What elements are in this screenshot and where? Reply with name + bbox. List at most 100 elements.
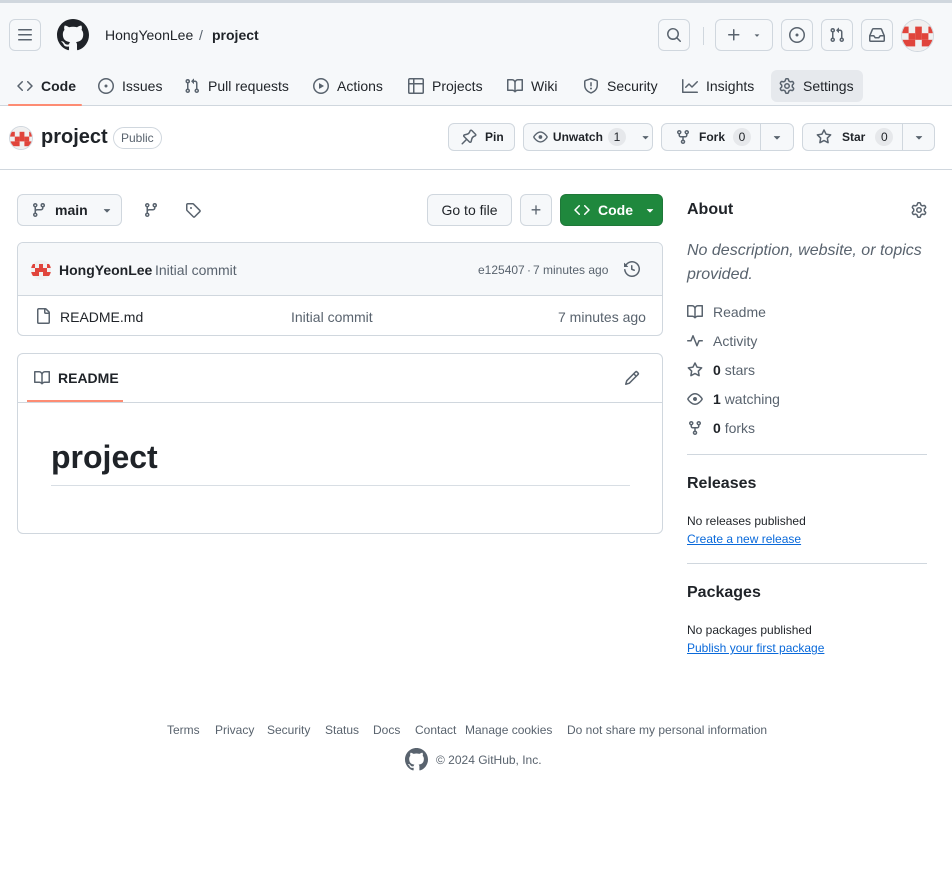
star-dropdown-button[interactable] bbox=[902, 123, 935, 151]
tab-actions[interactable]: Actions bbox=[305, 72, 391, 100]
commit-sha[interactable]: e125407 bbox=[478, 263, 525, 277]
pin-icon bbox=[461, 129, 477, 145]
tab-insights[interactable]: Insights bbox=[674, 72, 762, 100]
git-branch-icon bbox=[32, 203, 45, 218]
breadcrumb-owner[interactable]: HongYeonLee bbox=[105, 27, 193, 43]
tab-projects[interactable]: Projects bbox=[400, 72, 491, 100]
pull-requests-button[interactable] bbox=[821, 19, 853, 51]
about-description: No description, website, or topics provi… bbox=[687, 242, 922, 283]
releases-heading[interactable]: Releases bbox=[687, 475, 756, 493]
caret-down-icon bbox=[754, 34, 760, 37]
book-icon bbox=[507, 78, 523, 93]
readme-link[interactable]: Readme bbox=[687, 304, 766, 320]
watching-label: watching bbox=[724, 391, 780, 407]
history-icon[interactable] bbox=[624, 261, 640, 277]
commit-author[interactable]: HongYeonLee bbox=[59, 262, 152, 278]
pin-button[interactable]: Pin bbox=[448, 123, 515, 151]
global-header: HongYeonLee / project Code Issues Pull r… bbox=[0, 0, 952, 106]
file-icon bbox=[35, 308, 51, 324]
sidebar-divider bbox=[687, 454, 927, 455]
repo-forked-icon bbox=[677, 130, 689, 145]
fork-dropdown-button[interactable] bbox=[760, 123, 794, 151]
tab-pull-requests[interactable]: Pull requests bbox=[176, 72, 297, 100]
publish-package-link[interactable]: Publish your first package bbox=[687, 641, 824, 655]
github-footer-logo-icon[interactable] bbox=[405, 748, 428, 771]
gear-icon[interactable] bbox=[911, 202, 927, 218]
footer-link-docs[interactable]: Docs bbox=[373, 723, 400, 737]
readme-divider bbox=[18, 402, 662, 403]
caret-down-icon bbox=[642, 136, 649, 140]
footer-link-manage-cookies[interactable]: Manage cookies bbox=[465, 723, 552, 737]
footer-link-contact[interactable]: Contact bbox=[415, 723, 456, 737]
go-to-file-button[interactable]: Go to file bbox=[427, 194, 512, 226]
stars-link[interactable]: 0 stars bbox=[687, 362, 755, 378]
search-icon bbox=[667, 28, 681, 42]
fork-button[interactable]: Fork 0 bbox=[661, 123, 761, 151]
header-divider bbox=[703, 27, 704, 45]
watching-link[interactable]: 1 watching bbox=[687, 391, 780, 407]
visibility-badge: Public bbox=[113, 127, 162, 149]
menu-button[interactable] bbox=[9, 19, 41, 51]
forks-link[interactable]: 0 forks bbox=[687, 420, 755, 436]
footer-link-status[interactable]: Status bbox=[325, 723, 359, 737]
repo-forked-icon bbox=[689, 421, 701, 436]
branch-selector[interactable]: main bbox=[17, 194, 122, 226]
file-commit-message[interactable]: Initial commit bbox=[291, 309, 373, 325]
create-release-link[interactable]: Create a new release bbox=[687, 532, 801, 546]
tab-issues[interactable]: Issues bbox=[90, 72, 170, 100]
star-counter: 0 bbox=[875, 128, 894, 146]
footer-link-security[interactable]: Security bbox=[267, 723, 310, 737]
go-to-file-label: Go to file bbox=[441, 202, 498, 218]
commit-author-avatar[interactable] bbox=[31, 260, 51, 280]
watch-counter: 1 bbox=[607, 128, 626, 146]
user-avatar[interactable] bbox=[901, 19, 934, 52]
code-button-label: Code bbox=[598, 202, 633, 218]
activity-link[interactable]: Activity bbox=[687, 333, 757, 349]
github-logo-icon[interactable] bbox=[57, 19, 89, 51]
tags-button[interactable] bbox=[177, 194, 209, 226]
tab-security[interactable]: Security bbox=[575, 72, 666, 100]
breadcrumb-separator: / bbox=[199, 27, 203, 43]
file-row[interactable]: README.md Initial commit 7 minutes ago bbox=[18, 296, 662, 335]
code-icon bbox=[17, 80, 33, 92]
readme-link-label: Readme bbox=[713, 304, 766, 320]
readme-heading-rule bbox=[51, 485, 630, 486]
breadcrumb-repo[interactable]: project bbox=[212, 27, 259, 43]
inbox-button[interactable] bbox=[861, 19, 893, 51]
footer-link-terms[interactable]: Terms bbox=[167, 723, 200, 737]
add-file-button[interactable]: + bbox=[520, 194, 552, 226]
git-branch-icon bbox=[144, 203, 157, 218]
file-name[interactable]: README.md bbox=[60, 309, 143, 325]
readme-tab[interactable]: README bbox=[34, 370, 119, 386]
tab-actions-label: Actions bbox=[337, 78, 383, 94]
repo-owner-avatar[interactable] bbox=[9, 126, 33, 150]
issues-button[interactable] bbox=[781, 19, 813, 51]
fork-counter: 0 bbox=[733, 128, 752, 146]
packages-heading[interactable]: Packages bbox=[687, 584, 761, 602]
shield-icon bbox=[584, 78, 598, 94]
code-dropdown-button[interactable]: Code bbox=[560, 194, 663, 226]
stars-count: 0 bbox=[713, 362, 721, 378]
search-button[interactable] bbox=[658, 19, 690, 51]
forks-count: 0 bbox=[713, 420, 721, 436]
repo-title[interactable]: project bbox=[41, 126, 108, 149]
tab-settings[interactable]: Settings bbox=[771, 70, 863, 102]
branches-button[interactable] bbox=[135, 194, 167, 226]
footer-link-do-not-share[interactable]: Do not share my personal information bbox=[567, 723, 767, 737]
add-file-label: + bbox=[530, 199, 542, 220]
tab-code[interactable]: Code bbox=[9, 72, 84, 100]
star-button[interactable]: Star 0 bbox=[802, 123, 903, 151]
create-new-button[interactable] bbox=[715, 19, 773, 51]
pencil-icon[interactable] bbox=[624, 370, 640, 386]
footer-link-privacy[interactable]: Privacy bbox=[215, 723, 254, 737]
tab-projects-label: Projects bbox=[432, 78, 483, 94]
active-tab-underline bbox=[8, 104, 82, 106]
unwatch-button[interactable]: Unwatch 1 bbox=[523, 123, 653, 151]
forks-label: forks bbox=[724, 420, 756, 436]
caret-down-icon bbox=[646, 209, 654, 213]
commit-message[interactable]: Initial commit bbox=[155, 262, 237, 278]
tab-code-label: Code bbox=[41, 78, 76, 94]
tab-wiki[interactable]: Wiki bbox=[499, 72, 565, 100]
releases-empty: No releases published bbox=[687, 514, 806, 528]
packages-empty: No packages published bbox=[687, 623, 812, 637]
